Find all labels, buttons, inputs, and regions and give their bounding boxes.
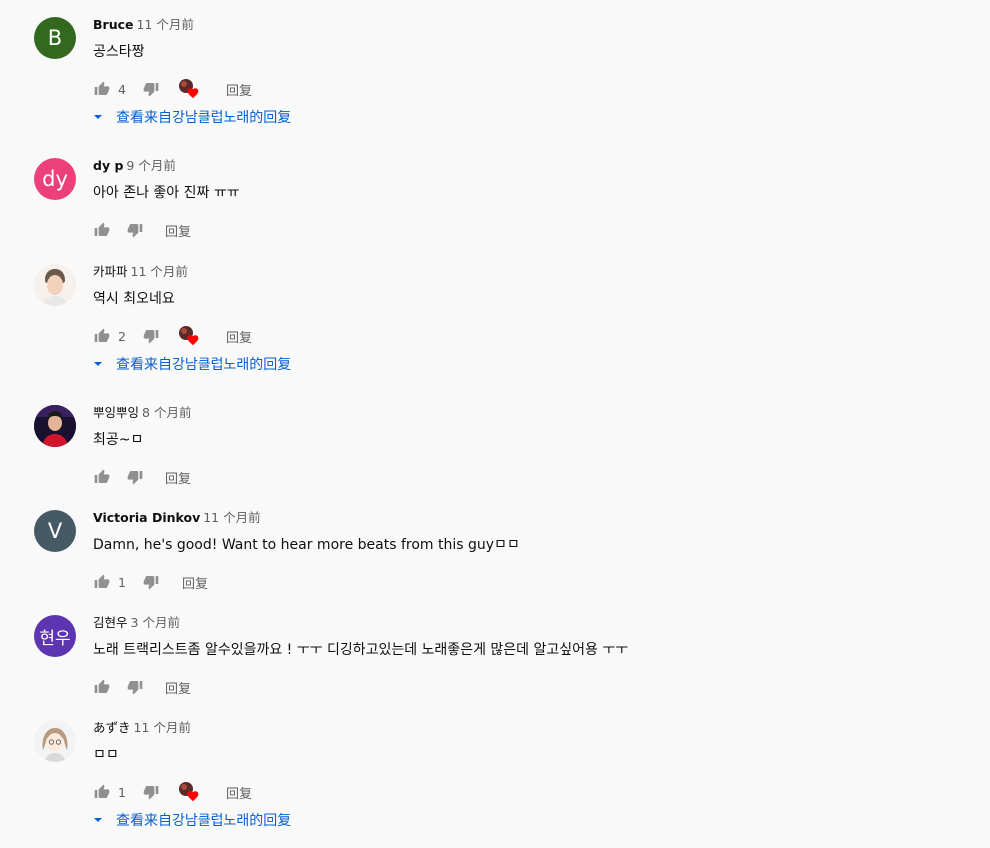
comment-actions: 1 回复	[93, 780, 252, 804]
view-replies-button[interactable]: 查看来自강남클럽노래的回复	[93, 108, 291, 126]
avatar-initial: dy	[42, 167, 68, 191]
like-icon[interactable]	[93, 221, 111, 239]
avatar-initial: B	[47, 26, 63, 50]
like-icon[interactable]	[93, 80, 111, 98]
dislike-icon[interactable]	[142, 80, 160, 98]
comment-actions: 回复	[93, 675, 191, 699]
comment-header: Victoria Dinkov 11 个月前	[93, 510, 261, 527]
comment-text: 아아 존나 좋아 진짜 ㅠㅠ	[93, 185, 240, 201]
author-name[interactable]: Victoria Dinkov	[93, 510, 200, 525]
comment-list: B Bruce 11 个月前 공스타짱 4 回复 查看来自강남클럽노래的回复 d…	[0, 0, 990, 848]
comment-time[interactable]: 8 个月前	[142, 405, 191, 420]
like-count: 2	[118, 328, 126, 344]
dislike-icon[interactable]	[126, 468, 144, 486]
like-count: 4	[118, 81, 126, 97]
view-replies-button[interactable]: 查看来自강남클럽노래的回复	[93, 355, 291, 373]
creator-heart-badge	[178, 781, 200, 803]
dislike-icon[interactable]	[142, 573, 160, 591]
like-count: 1	[118, 784, 126, 800]
dislike-icon[interactable]	[126, 221, 144, 239]
comment-text: 노래 트랙리스트좀 알수있을까요 ! ㅜㅜ 디깅하고있는데 노래좋은게 많은데 …	[93, 642, 629, 658]
dislike-icon[interactable]	[126, 678, 144, 696]
comment-text: 공스타짱	[93, 44, 145, 60]
view-replies-label: 查看来自강남클럽노래的回复	[116, 110, 292, 126]
reply-button[interactable]: 回复	[226, 80, 252, 99]
comment-text: 역시 최오네요	[93, 291, 175, 307]
comment-time[interactable]: 11 个月前	[136, 17, 193, 32]
comment-actions: 1 回复	[93, 570, 208, 594]
like-icon[interactable]	[93, 573, 111, 591]
avatar[interactable]: V	[34, 510, 76, 552]
creator-heart-badge	[178, 325, 200, 347]
comment-header: 뿌잉뿌잉 8 个月前	[93, 405, 191, 422]
author-name[interactable]: 카파파	[93, 264, 128, 279]
avatar[interactable]	[34, 405, 76, 447]
comment-time[interactable]: 3 个月前	[131, 615, 180, 630]
reply-button[interactable]: 回复	[182, 573, 208, 592]
caret-down-icon	[93, 112, 103, 122]
comment-text: ㅁㅁ	[93, 747, 119, 763]
comment-actions: 4 回复	[93, 77, 252, 101]
caret-down-icon	[93, 359, 103, 369]
avatar[interactable]	[34, 264, 76, 306]
comment-time[interactable]: 9 个月前	[126, 158, 175, 173]
avatar[interactable]: dy	[34, 158, 76, 200]
like-count: 1	[118, 574, 126, 590]
avatar-photo	[34, 264, 76, 306]
author-name[interactable]: 김현우	[93, 615, 128, 630]
reply-button[interactable]: 回复	[226, 783, 252, 802]
reply-button[interactable]: 回复	[165, 678, 191, 697]
like-icon[interactable]	[93, 327, 111, 345]
avatar-initial: 현우	[39, 628, 71, 649]
dislike-icon[interactable]	[142, 327, 160, 345]
reply-button[interactable]: 回复	[165, 221, 191, 240]
reply-button[interactable]: 回复	[165, 468, 191, 487]
avatar[interactable]: 현우	[34, 615, 76, 657]
comment-text: Damn, he's good! Want to hear more beats…	[93, 537, 520, 553]
comment-header: 김현우 3 个月前	[93, 615, 180, 632]
comment-time[interactable]: 11 个月前	[203, 510, 260, 525]
comment-header: あずき 11 个月前	[93, 720, 191, 737]
avatar-photo	[34, 405, 76, 447]
dislike-icon[interactable]	[142, 783, 160, 801]
comment-header: Bruce 11 个月前	[93, 17, 194, 34]
view-replies-button[interactable]: 查看来自강남클럽노래的回复	[93, 811, 291, 829]
avatar-photo	[34, 720, 76, 762]
reply-button[interactable]: 回复	[226, 327, 252, 346]
author-name[interactable]: dy p	[93, 158, 123, 173]
avatar[interactable]	[34, 720, 76, 762]
comment-actions: 回复	[93, 465, 191, 489]
author-name[interactable]: Bruce	[93, 17, 133, 32]
comment-header: 카파파 11 个月前	[93, 264, 188, 281]
view-replies-label: 查看来自강남클럽노래的回复	[116, 357, 292, 373]
author-name[interactable]: 뿌잉뿌잉	[93, 405, 139, 420]
like-icon[interactable]	[93, 468, 111, 486]
comment-time[interactable]: 11 个月前	[131, 264, 188, 279]
comment-actions: 回复	[93, 218, 191, 242]
creator-heart-badge	[178, 78, 200, 100]
comment-text: 최공~ㅁ	[93, 432, 144, 448]
comment-time[interactable]: 11 个月前	[134, 720, 191, 735]
like-icon[interactable]	[93, 783, 111, 801]
comment-header: dy p9 个月前	[93, 158, 176, 175]
view-replies-label: 查看来自강남클럽노래的回复	[116, 813, 292, 829]
comment-actions: 2 回复	[93, 324, 252, 348]
author-name[interactable]: あずき	[93, 720, 131, 735]
avatar[interactable]: B	[34, 17, 76, 59]
like-icon[interactable]	[93, 678, 111, 696]
avatar-initial: V	[47, 519, 63, 543]
caret-down-icon	[93, 815, 103, 825]
